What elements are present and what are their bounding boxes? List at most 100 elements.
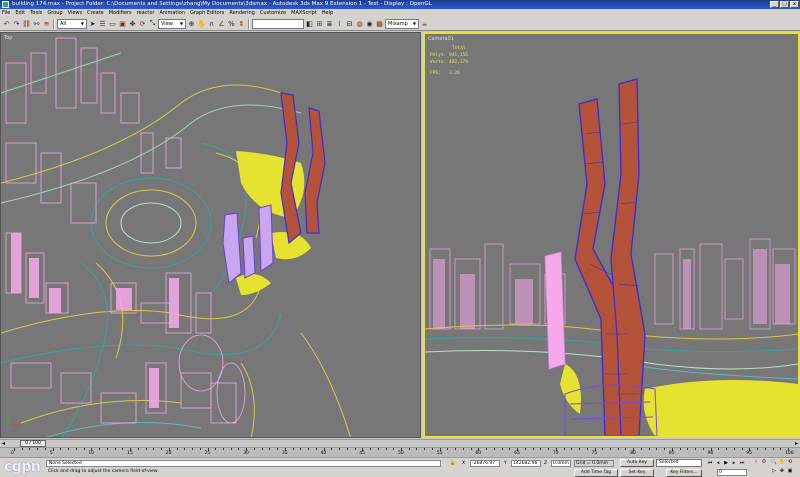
stats-header: Total xyxy=(452,46,466,51)
track-bar-tick xyxy=(292,448,294,450)
quick-render-icon[interactable]: ☕ xyxy=(420,18,429,29)
key-filters-button[interactable]: Key Filters... xyxy=(666,469,702,477)
menu-edit[interactable]: Edit xyxy=(15,9,25,17)
selection-filter-dropdown[interactable]: All ▼ xyxy=(57,18,87,29)
menu-create[interactable]: Create xyxy=(87,9,104,17)
render-frame-icon[interactable]: ▦ xyxy=(375,18,384,29)
track-bar-tick xyxy=(29,448,31,450)
previous-frame-icon[interactable]: ◂ xyxy=(714,460,722,467)
mirror-icon[interactable]: ◧ xyxy=(305,18,314,29)
key-mode-toggle-icon[interactable]: ⚡ xyxy=(752,459,760,466)
menu-tools[interactable]: Tools xyxy=(30,9,42,17)
track-bar-tick xyxy=(14,448,15,451)
menu-modifiers[interactable]: Modifiers xyxy=(109,9,132,17)
zoom-icon[interactable]: 🔍 xyxy=(770,459,778,466)
move-icon[interactable]: ✥ xyxy=(128,18,137,29)
go-to-end-icon[interactable]: ⏭ xyxy=(738,460,746,467)
menu-reactor[interactable]: reactor xyxy=(137,9,155,17)
window-crossing-icon[interactable]: ▣ xyxy=(118,18,127,29)
track-bar-tick xyxy=(431,448,433,450)
chevron-left-icon[interactable]: ◂ xyxy=(2,440,5,447)
unlink-icon[interactable]: ⚯ xyxy=(32,18,41,29)
menu-views[interactable]: Views xyxy=(68,9,82,17)
percent-snap-icon[interactable]: % xyxy=(227,18,236,29)
redo-icon[interactable]: ↷ xyxy=(12,18,21,29)
align-icon[interactable]: ⊞ xyxy=(315,18,324,29)
track-bar-tick-label: 95 xyxy=(746,451,753,456)
curve-editor-icon[interactable]: ⌇ xyxy=(335,18,344,29)
time-configuration-icon[interactable]: ⏱ xyxy=(760,459,768,466)
bind-space-warp-icon[interactable]: ≋ xyxy=(42,18,51,29)
named-selection-sets-field[interactable] xyxy=(252,18,304,29)
layer-manager-icon[interactable]: ≣ xyxy=(325,18,334,29)
track-bar-tick xyxy=(99,448,101,450)
select-object-icon[interactable]: ➤ xyxy=(88,18,97,29)
close-button[interactable]: x xyxy=(790,1,799,8)
track-bar[interactable]: 0 5 10 15 20 25 30 35 40 45 50 55 60 65 70 75 80 85 90 95 10… xyxy=(0,447,800,458)
render-setup-icon[interactable]: ◉ xyxy=(365,18,374,29)
menu-group[interactable]: Group xyxy=(47,9,62,17)
menu-help[interactable]: Help xyxy=(322,9,333,17)
undo-icon[interactable]: ↶ xyxy=(2,18,11,29)
time-slider[interactable]: ◂ 0 / 100 ▸ xyxy=(0,439,800,447)
selection-lock-icon[interactable]: 🔒 xyxy=(449,460,457,467)
select-by-name-icon[interactable]: ☰ xyxy=(98,18,107,29)
track-bar-tick xyxy=(215,448,217,450)
go-to-start-icon[interactable]: ⏮ xyxy=(706,460,714,467)
y-coordinate-field[interactable]: 142682.96 xyxy=(511,460,541,467)
current-frame-field[interactable]: 0 xyxy=(717,469,747,476)
add-time-tag-button[interactable]: Add Time Tag xyxy=(574,469,618,477)
field-of-view-icon[interactable]: ▷ xyxy=(770,468,778,475)
spinner-snap-icon[interactable]: ⇕ xyxy=(237,18,246,29)
x-coordinate-field[interactable]: -26876.97 xyxy=(470,460,500,467)
pan-icon[interactable]: ✋ xyxy=(778,459,786,466)
track-bar-tick xyxy=(695,448,697,450)
select-manipulate-icon[interactable]: ✋ xyxy=(197,18,206,29)
reference-coord-dropdown[interactable]: View ▼ xyxy=(158,18,186,29)
viewport-label[interactable]: Top xyxy=(4,35,12,41)
schematic-view-icon[interactable]: ⊟ xyxy=(345,18,354,29)
pivot-center-icon[interactable]: ⊕ xyxy=(187,18,196,29)
select-link-icon[interactable]: ⛓ xyxy=(22,18,31,29)
y-label: Y xyxy=(504,461,507,466)
key-mode-dropdown[interactable]: Selected xyxy=(656,459,702,467)
fps-stat: FPS: 3.26 xyxy=(430,71,460,76)
auto-key-button[interactable]: Auto Key xyxy=(620,459,654,467)
track-bar-tick-label: 65 xyxy=(514,451,520,456)
maximize-viewport-icon[interactable]: ▣ xyxy=(786,468,794,475)
menu-maxscript[interactable]: MAXScript xyxy=(291,9,317,17)
set-key-button[interactable]: Set Key xyxy=(620,469,654,477)
play-icon[interactable]: ▶ xyxy=(722,460,730,467)
time-slider-thumb[interactable]: 0 / 100 xyxy=(20,440,46,447)
menu-rendering[interactable]: Rendering xyxy=(229,9,255,17)
rotate-icon[interactable]: ⟳ xyxy=(138,18,147,29)
angle-snap-icon[interactable]: ∠ xyxy=(217,18,226,29)
track-bar-tick xyxy=(764,448,766,450)
track-bar-tick xyxy=(501,448,503,450)
next-frame-icon[interactable]: ▸ xyxy=(730,460,738,467)
snap-toggle-icon[interactable]: ∩ xyxy=(207,18,216,29)
minimize-button[interactable]: _ xyxy=(770,1,779,8)
render-preset-dropdown[interactable]: Mixamp ▼ xyxy=(385,18,419,29)
viewport-top[interactable]: Top xyxy=(0,32,421,438)
viewport-camera[interactable]: Camera01 Total Polys: 941,156 Verts: 482… xyxy=(423,32,800,438)
menu-file[interactable]: File xyxy=(2,9,10,17)
maximize-button[interactable]: □ xyxy=(780,1,789,8)
window-controls: _ □ x xyxy=(770,1,799,8)
orbit-icon[interactable]: ⟲ xyxy=(786,459,794,466)
walk-through-icon[interactable]: ✥ xyxy=(778,468,786,475)
material-editor-icon[interactable]: ◍ xyxy=(355,18,364,29)
viewport-label[interactable]: Camera01 xyxy=(428,36,454,42)
track-bar-tick xyxy=(192,448,194,450)
track-bar-tick xyxy=(253,448,255,450)
track-bar-tick xyxy=(447,448,449,450)
chevron-right-icon[interactable]: ▸ xyxy=(795,440,798,447)
track-bar-tick xyxy=(60,448,62,450)
menu-animation[interactable]: Animation xyxy=(159,9,185,17)
region-select-icon[interactable]: ▭ xyxy=(108,18,117,29)
z-coordinate-field[interactable]: 0.0mm xyxy=(551,460,571,467)
menu-graph-editors[interactable]: Graph Editors xyxy=(190,9,224,17)
scale-icon[interactable]: ⤡ xyxy=(148,18,157,29)
menu-customize[interactable]: Customize xyxy=(260,9,286,17)
track-bar-tick-label: 90 xyxy=(707,451,714,456)
